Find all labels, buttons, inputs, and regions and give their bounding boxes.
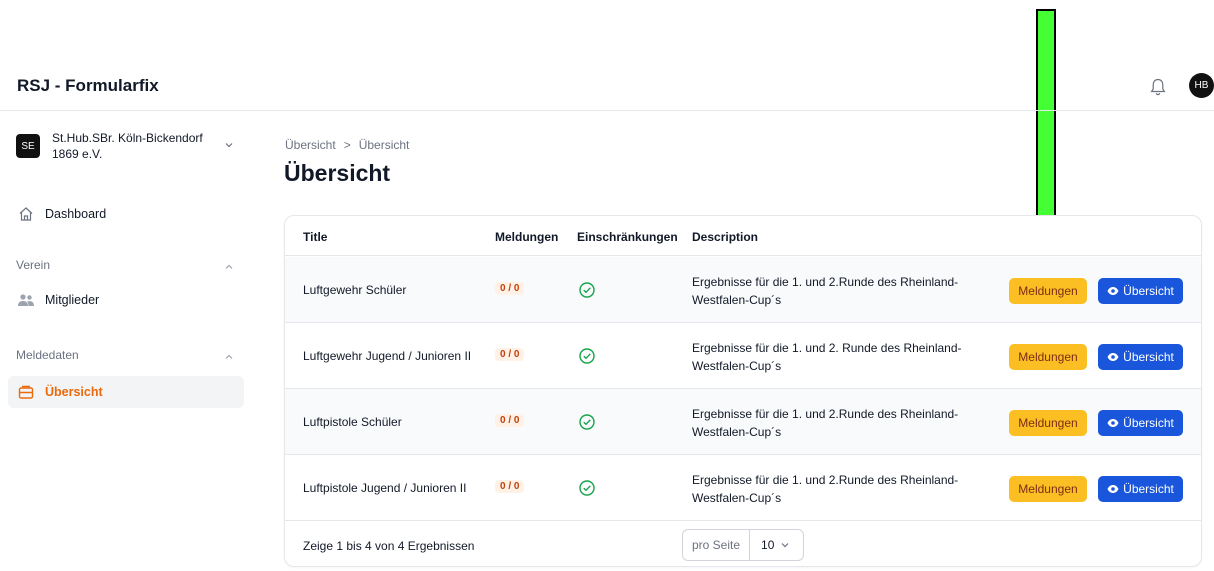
row-title: Luftpistole Jugend / Junioren II [303, 481, 467, 495]
breadcrumb: Übersicht > Übersicht [285, 138, 409, 152]
meldungen-count-badge: 0 / 0 [495, 480, 525, 493]
per-page-value-wrap[interactable]: 10 [750, 538, 790, 552]
column-header-title: Title [303, 230, 328, 244]
eye-icon [1107, 419, 1119, 427]
users-icon [17, 291, 35, 309]
top-bar: RSJ - Formularfix HB [0, 62, 1214, 111]
uebersicht-button[interactable]: Übersicht [1098, 278, 1183, 304]
section-label: Meldedaten [16, 348, 79, 362]
check-circle-icon [579, 348, 595, 364]
sidebar-item-label: Übersicht [45, 385, 103, 399]
chevron-down-icon [781, 543, 789, 548]
sidebar-item-mitglieder[interactable]: Mitglieder [8, 284, 244, 316]
row-description: Ergebnisse für die 1. und 2.Runde des Rh… [692, 473, 959, 505]
sidebar: SE St.Hub.SBr. Köln-Bickendorf 1869 e.V.… [0, 112, 250, 571]
table-row: Luftgewehr Jugend / Junioren II 0 / 0 Er… [285, 323, 1201, 389]
table-row: Luftgewehr Schüler 0 / 0 Ergebnisse für … [285, 257, 1201, 323]
breadcrumb-item[interactable]: Übersicht [285, 138, 336, 152]
meldungen-count-badge: 0 / 0 [495, 282, 525, 295]
sidebar-item-label: Mitglieder [45, 293, 100, 307]
check-circle-icon [579, 414, 595, 430]
uebersicht-button-label: Übersicht [1123, 350, 1174, 364]
table-header: Title Meldungen Einschränkungen Descript… [285, 216, 1201, 256]
per-page-value: 10 [761, 538, 775, 552]
column-header-description: Description [692, 230, 759, 244]
app-title: RSJ - Formularfix [17, 76, 159, 95]
breadcrumb-item[interactable]: Übersicht [359, 138, 410, 152]
row-description: Ergebnisse für die 1. und 2. Runde des R… [692, 341, 962, 373]
section-label: Verein [16, 258, 51, 272]
chevron-up-icon [225, 264, 233, 269]
eye-icon [1107, 485, 1119, 493]
check-circle-icon [579, 480, 595, 496]
meldungen-button[interactable]: Meldungen [1009, 344, 1087, 370]
column-header-meldungen: Meldungen [495, 230, 559, 244]
pagination-summary: Zeige 1 bis 4 von 4 Ergebnissen [303, 539, 475, 553]
uebersicht-button[interactable]: Übersicht [1098, 476, 1183, 502]
per-page-select[interactable]: pro Seite 10 [682, 529, 804, 561]
section-meldedaten[interactable]: Meldedaten [16, 348, 236, 368]
page-title: Übersicht [284, 160, 391, 186]
meldungen-button[interactable]: Meldungen [1009, 278, 1087, 304]
sidebar-item-dashboard[interactable]: Dashboard [8, 198, 244, 230]
org-name: St.Hub.SBr. Köln-Bickendorf 1869 e.V. [52, 131, 203, 161]
row-title: Luftgewehr Jugend / Junioren II [303, 349, 472, 363]
bell-icon[interactable] [1150, 78, 1166, 96]
meldungen-count-badge: 0 / 0 [495, 414, 525, 427]
user-avatar[interactable]: HB [1189, 73, 1214, 98]
per-page-label: pro Seite [683, 530, 751, 560]
section-verein[interactable]: Verein [16, 258, 236, 278]
uebersicht-button-label: Übersicht [1123, 284, 1174, 298]
uebersicht-button[interactable]: Übersicht [1098, 410, 1183, 436]
meldungen-button[interactable]: Meldungen [1009, 476, 1087, 502]
table-row: Luftpistole Jugend / Junioren II 0 / 0 E… [285, 455, 1201, 521]
eye-icon [1107, 287, 1119, 295]
org-badge: SE [16, 134, 40, 158]
row-description: Ergebnisse für die 1. und 2.Runde des Rh… [692, 407, 959, 439]
check-circle-icon [579, 282, 595, 298]
column-header-einschraenkungen: Einschränkungen [577, 230, 678, 244]
row-title: Luftgewehr Schüler [303, 283, 407, 297]
table-row: Luftpistole Schüler 0 / 0 Ergebnisse für… [285, 389, 1201, 455]
uebersicht-button-label: Übersicht [1123, 416, 1174, 430]
eye-icon [1107, 353, 1119, 361]
table-card: Title Meldungen Einschränkungen Descript… [284, 215, 1202, 567]
chevron-down-icon [225, 143, 233, 148]
chevron-up-icon [225, 354, 233, 359]
meldungen-button[interactable]: Meldungen [1009, 410, 1087, 436]
sidebar-item-label: Dashboard [45, 207, 107, 221]
uebersicht-button[interactable]: Übersicht [1098, 344, 1183, 370]
tray-icon [17, 383, 35, 401]
row-title: Luftpistole Schüler [303, 415, 402, 429]
sidebar-item-uebersicht[interactable]: Übersicht [8, 376, 244, 408]
row-description: Ergebnisse für die 1. und 2.Runde des Rh… [692, 275, 959, 307]
breadcrumb-separator: > [343, 138, 351, 152]
home-icon [17, 205, 35, 223]
meldungen-count-badge: 0 / 0 [495, 348, 525, 361]
uebersicht-button-label: Übersicht [1123, 482, 1174, 496]
org-switcher[interactable]: SE St.Hub.SBr. Köln-Bickendorf 1869 e.V. [16, 130, 246, 174]
